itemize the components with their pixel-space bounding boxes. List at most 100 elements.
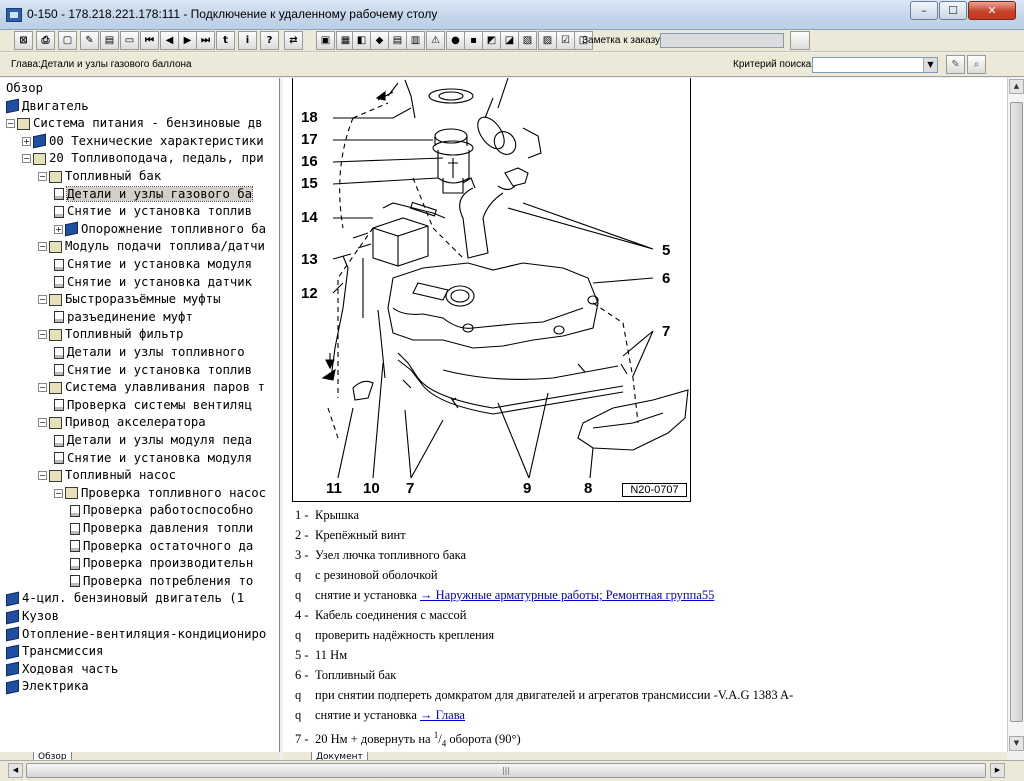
scroll-right-arrow-icon[interactable]: ▶ [990,763,1005,778]
scroll-up-arrow-icon[interactable]: ▲ [1009,79,1024,94]
expand-icon[interactable]: + [22,136,31,146]
tree-item[interactable]: Снятие и установка топлив [54,362,252,379]
help-icon[interactable]: ? [260,31,279,50]
exit-icon[interactable]: ⊠ [14,31,33,50]
tree-item[interactable]: Проверка потребления то [70,573,253,590]
tool-7-icon[interactable]: ● [446,31,465,50]
collapse-icon[interactable]: − [38,242,47,252]
disk-icon[interactable]: ▪ [464,31,483,50]
tree-item[interactable]: Кузов [6,608,59,625]
tree-item[interactable]: Проверка давления топли [70,520,253,537]
tree-item[interactable]: + Опорожнение топливного ба [54,221,266,238]
callout-number: 12 [301,285,318,302]
tree-item[interactable]: − Модуль подачи топлива/датчи [38,238,265,255]
tree-item[interactable]: − Топливный фильтр [38,326,183,343]
search-edit-button[interactable]: ✎ [946,55,965,74]
callout-number: 11 [326,480,342,497]
next-icon[interactable]: ▶ [178,31,197,50]
collapse-icon[interactable]: − [54,488,63,498]
tree-item[interactable]: − Привод акселератора [38,414,206,431]
level-up-icon[interactable]: t [216,31,235,50]
tree-item[interactable]: − Топливный бак [38,168,161,185]
first-icon[interactable]: ⏮ [140,31,159,50]
scroll-down-arrow-icon[interactable]: ▼ [1009,736,1024,751]
swap-icon[interactable]: ⇄ [284,31,303,50]
car-icon[interactable]: ▭ [120,31,139,50]
print-icon[interactable]: ⎙ [36,31,55,50]
tool-10-icon[interactable]: ▧ [518,31,537,50]
document-icon [70,504,80,517]
tool-4-icon[interactable]: ◆ [370,31,389,50]
tree-item[interactable]: − Система питания - бензиновые дв [6,115,263,132]
collapse-icon[interactable]: − [38,330,47,340]
order-note-input[interactable] [660,33,784,48]
tree-item[interactable]: Детали и узлы топливного [54,344,245,361]
scroll-left-arrow-icon[interactable]: ◀ [8,763,23,778]
tree-item-label: Топливный бак [65,169,162,183]
tool-11-icon[interactable]: ▨ [538,31,557,50]
maximize-button[interactable]: ☐ [939,1,967,20]
collapse-icon[interactable]: − [6,119,15,129]
tree-item[interactable]: Проверка производительн [70,555,253,572]
legend-link[interactable]: → Глава [420,708,465,722]
tree-item[interactable]: 4-цил. бензиновый двигатель (1 [6,590,244,607]
expand-icon[interactable]: + [54,224,63,234]
tool-9-icon[interactable]: ◪ [500,31,519,50]
search-criteria-select[interactable]: ▼ [812,57,938,73]
tree-item[interactable]: Детали и узлы газового ба [54,185,254,203]
tree-item[interactable]: Снятие и установка модуля [54,450,252,467]
tree-item[interactable]: Электрика [6,678,89,695]
new-page-icon[interactable]: ▢ [58,31,77,50]
minimize-button[interactable]: – [910,1,938,20]
tree-item-label: Модуль подачи топлива/датчи [65,239,265,254]
tree-item[interactable]: Обзор [6,80,43,97]
tree-item[interactable]: Трансмиссия [6,643,103,660]
checklist-icon[interactable]: ☑ [556,31,575,50]
edit-page-icon[interactable]: ✎ [80,31,99,50]
collapse-icon[interactable]: − [38,418,47,428]
book-icon [6,679,19,695]
horizontal-scrollbar[interactable]: ◀ ||| ▶ [0,760,1024,781]
order-note-button[interactable] [790,31,810,50]
tree-item[interactable]: Отопление-вентиляция-кондициониро [6,626,266,643]
chevron-down-icon[interactable]: ▼ [923,58,937,72]
search-button[interactable]: ⌕ [967,55,986,74]
horizontal-scroll-thumb[interactable]: ||| [26,763,986,778]
document-icon[interactable]: ▤ [100,31,119,50]
collapse-icon[interactable]: − [38,383,47,393]
legend-key: 7 - [295,732,309,747]
tree-item[interactable]: Проверка системы вентиляц [54,397,252,414]
tree-item[interactable]: − Топливный насос [38,467,176,484]
tool-6-icon[interactable]: ▥ [406,31,425,50]
vertical-scrollbar[interactable]: ▲ ▼ [1007,78,1024,752]
tree-item[interactable]: Снятие и установка топлив [54,203,252,220]
tree-item[interactable]: Ходовая часть [6,661,118,678]
tree-item[interactable]: Проверка остаточного да [70,538,253,555]
warning-icon[interactable]: ⚠ [426,31,445,50]
tool-3-icon[interactable]: ◧ [352,31,371,50]
last-icon[interactable]: ⏭ [196,31,215,50]
tree-item[interactable]: +00 Технические характеристики [22,133,264,150]
tree-item[interactable]: Детали и узлы модуля педа [54,432,252,449]
legend-link[interactable]: → Наружные арматурные работы; Ремонтная … [420,588,714,602]
tree-item[interactable]: Двигатель [6,98,89,115]
collapse-icon[interactable]: − [22,154,31,164]
tree-item[interactable]: − Проверка топливного насос [54,485,266,502]
collapse-icon[interactable]: − [38,471,47,481]
tree-item[interactable]: Снятие и установка датчик [54,274,252,291]
tree-item[interactable]: − Система улавливания паров т [38,379,265,396]
tree-item[interactable]: − Быстроразъёмные муфты [38,291,220,308]
collapse-icon[interactable]: − [38,172,47,181]
prev-icon[interactable]: ◀ [160,31,179,50]
tree-item[interactable]: разъединение муфт [54,309,193,326]
tool-1-icon[interactable]: ▣ [316,31,335,50]
vertical-scroll-thumb[interactable] [1010,102,1023,722]
tree-item[interactable]: − 20 Топливоподача, педаль, при [22,150,264,167]
tool-8-icon[interactable]: ◩ [482,31,501,50]
close-button[interactable]: ✕ [968,1,1016,20]
tree-item[interactable]: Проверка работоспособно [70,502,253,519]
collapse-icon[interactable]: − [38,295,47,305]
tool-5-icon[interactable]: ▤ [388,31,407,50]
tree-item[interactable]: Снятие и установка модуля [54,256,252,273]
info-icon[interactable]: i [238,31,257,50]
